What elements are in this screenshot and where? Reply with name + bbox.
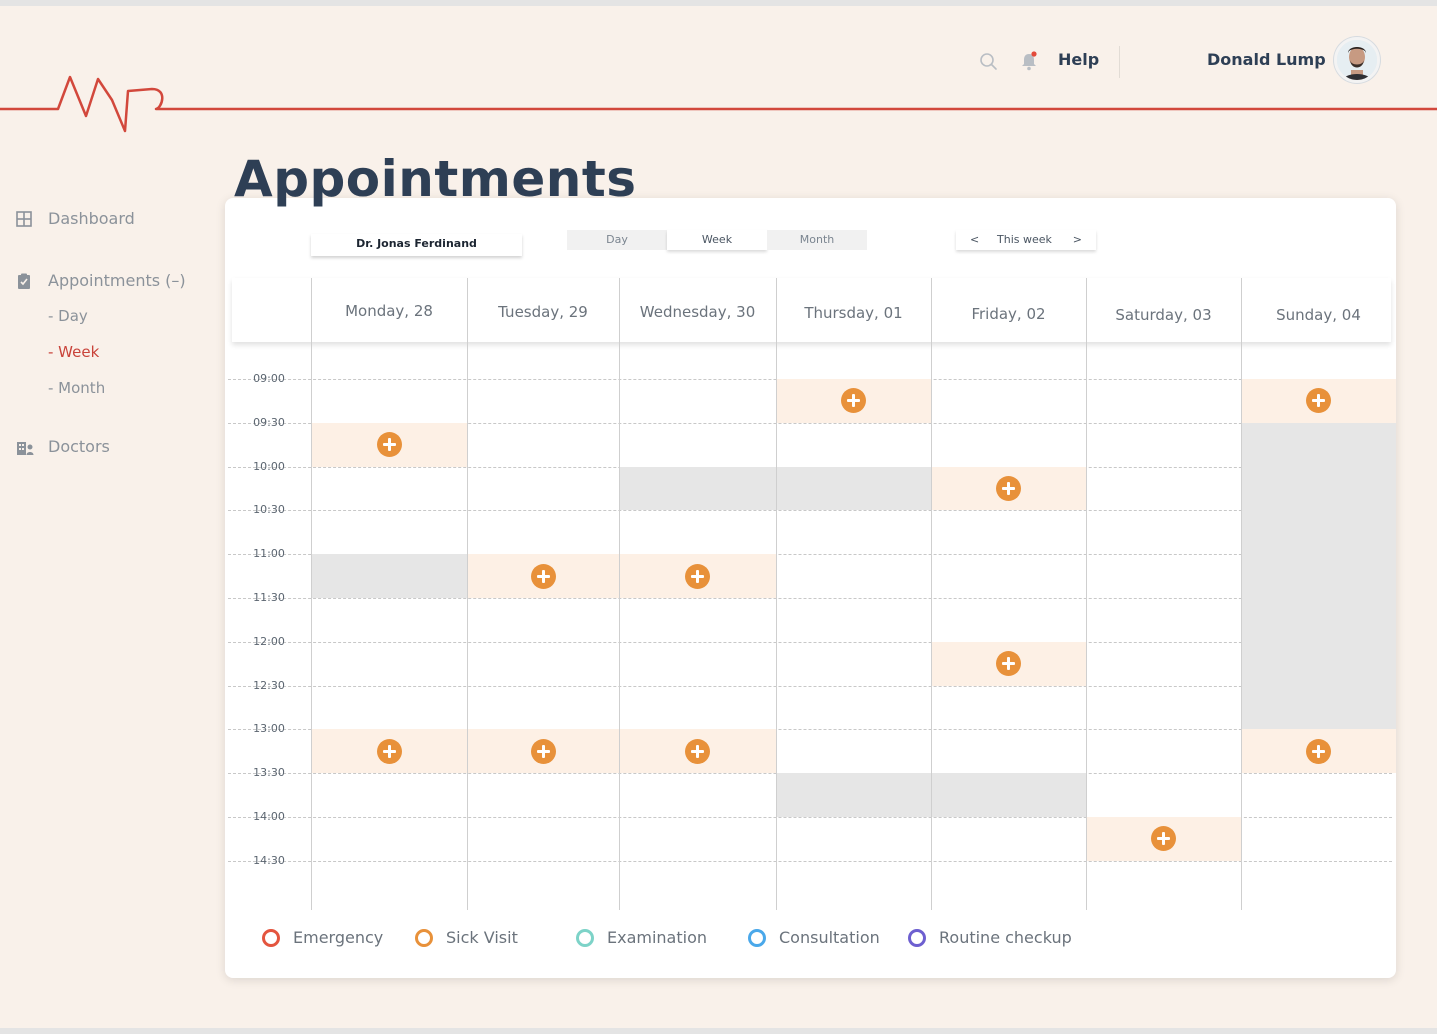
legend-label: Emergency xyxy=(293,928,384,947)
sidebar-item-label: Appointments (–) xyxy=(48,271,186,290)
day-column-divider xyxy=(311,278,312,910)
prev-week-button[interactable]: < xyxy=(970,230,979,249)
legend-ring-icon xyxy=(415,928,433,947)
view-tab-day[interactable]: Day xyxy=(567,230,667,250)
legend-label: Examination xyxy=(607,928,708,947)
blocked-slot xyxy=(776,466,931,511)
day-column-header: Wednesday, 30 xyxy=(639,303,756,322)
time-label: 10:30 xyxy=(253,503,285,517)
period-label: This week xyxy=(997,233,1052,246)
day-column-divider xyxy=(467,278,468,910)
day-column-header: Saturday, 03 xyxy=(1115,305,1212,324)
sidebar-item-label: Doctors xyxy=(48,437,110,456)
time-label: 13:30 xyxy=(253,766,285,780)
day-column-header: Monday, 28 xyxy=(345,302,433,320)
header-divider xyxy=(1119,46,1120,78)
user-avatar-icon xyxy=(1337,40,1377,80)
doctor-select[interactable]: Dr. Jonas Ferdinand xyxy=(311,234,522,256)
sidebar-subitem-day[interactable]: - Day xyxy=(48,307,88,325)
blocked-slot xyxy=(776,773,931,817)
blocked-slot xyxy=(619,466,776,511)
time-gridline xyxy=(228,685,1392,687)
legend-item: Routine checkup xyxy=(908,928,1072,947)
day-column-header: Thursday, 01 xyxy=(804,304,903,323)
time-label: 12:00 xyxy=(253,634,285,648)
doctors-icon xyxy=(17,441,34,455)
sidebar-item-appointments[interactable]: Appointments (–) xyxy=(16,271,186,290)
day-column-header: Tuesday, 29 xyxy=(498,302,588,321)
clipboard-icon xyxy=(18,273,30,289)
day-column-header: Friday, 02 xyxy=(971,304,1046,323)
help-link[interactable]: Help xyxy=(1058,50,1099,69)
add-appointment-icon[interactable] xyxy=(376,738,402,764)
bell-icon[interactable] xyxy=(1019,50,1039,72)
time-label: 11:30 xyxy=(253,591,285,604)
blocked-slot xyxy=(311,554,467,598)
sidebar-item-dashboard[interactable]: Dashboard xyxy=(16,209,135,228)
time-label: 11:00 xyxy=(253,547,285,561)
blocked-slot xyxy=(1241,422,1396,730)
sidebar-item-label: Dashboard xyxy=(48,209,135,228)
add-appointment-icon[interactable] xyxy=(530,563,556,589)
legend-label: Consultation xyxy=(779,928,880,947)
day-column-divider xyxy=(619,278,620,910)
day-column-divider xyxy=(776,278,777,910)
search-icon[interactable] xyxy=(978,51,998,71)
legend-ring-icon xyxy=(908,928,926,947)
time-label: 13:00 xyxy=(253,722,285,736)
time-gridline xyxy=(228,598,1392,599)
next-week-button[interactable]: > xyxy=(1073,230,1082,249)
legend-item: Examination xyxy=(576,928,707,947)
time-gridline xyxy=(228,510,1392,512)
legend-label: Sick Visit xyxy=(446,928,518,947)
user-name[interactable]: Donald Lump xyxy=(1207,50,1326,69)
time-label: 10:00 xyxy=(253,459,285,473)
time-label: 14:30 xyxy=(253,853,285,867)
view-tab-week[interactable]: Week xyxy=(667,230,767,250)
time-label: 09:30 xyxy=(253,415,285,429)
time-label: 12:30 xyxy=(253,678,285,692)
legend-item: Sick Visit xyxy=(415,928,518,947)
legend-label: Routine checkup xyxy=(939,928,1072,947)
day-column-header: Sunday, 04 xyxy=(1276,306,1361,325)
time-label: 09:00 xyxy=(253,372,285,385)
bottom-strip xyxy=(0,1028,1437,1034)
sidebar-subitem-week[interactable]: - Week xyxy=(48,343,99,361)
heartbeat-logo-icon xyxy=(0,75,1437,133)
avatar[interactable] xyxy=(1334,37,1380,83)
time-label: 14:00 xyxy=(253,810,285,823)
day-column-divider xyxy=(1086,278,1087,910)
day-column-divider xyxy=(1241,278,1242,910)
page-title: Appointments xyxy=(234,150,637,208)
add-appointment-icon[interactable] xyxy=(530,738,556,764)
add-appointment-icon[interactable] xyxy=(685,563,710,589)
add-appointment-icon[interactable] xyxy=(1306,738,1331,764)
legend-ring-icon xyxy=(748,928,766,947)
top-strip xyxy=(0,0,1437,6)
week-navigator: < This week > xyxy=(956,230,1096,250)
add-appointment-icon[interactable] xyxy=(376,432,402,458)
legend-item: Emergency xyxy=(262,928,383,947)
blocked-slot xyxy=(931,773,1086,817)
add-appointment-icon[interactable] xyxy=(685,738,710,764)
legend-ring-icon xyxy=(576,928,594,947)
sidebar-subitem-month[interactable]: - Month xyxy=(48,379,105,397)
legend-ring-icon xyxy=(262,928,280,947)
add-appointment-icon[interactable] xyxy=(996,476,1021,501)
time-gridline xyxy=(228,860,1392,862)
time-gridline xyxy=(228,641,1392,643)
sidebar-item-doctors[interactable]: Doctors xyxy=(16,437,110,456)
view-tab-month[interactable]: Month xyxy=(767,230,867,250)
grid-icon xyxy=(16,210,32,227)
legend-item: Consultation xyxy=(748,928,880,947)
day-column-divider xyxy=(931,278,932,910)
